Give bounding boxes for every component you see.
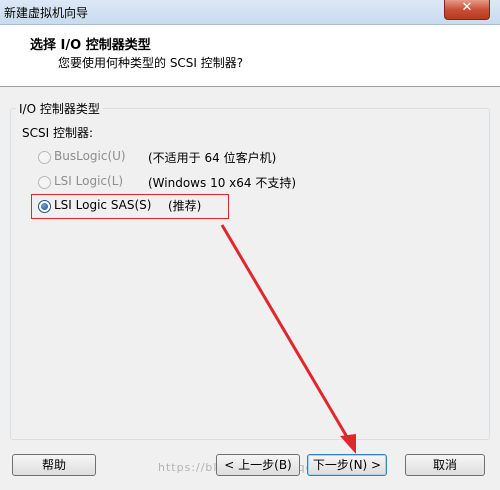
back-button[interactable]: < 上一步(B) (216, 454, 300, 476)
radio-label: LSI Logic(L) (54, 174, 124, 188)
annotation-highlight-box (31, 194, 229, 219)
title-bar: 新建虚拟机向导 ✕ (0, 0, 500, 25)
lsi-logic-note: (Windows 10 x64 不支持) (148, 176, 297, 190)
radio-button[interactable] (38, 151, 51, 164)
page-title: 选择 I/O 控制器类型 (30, 38, 151, 53)
group-legend: I/O 控制器类型 (16, 100, 103, 117)
page-subtitle: 您要使用何种类型的 SCSI 控制器? (58, 56, 244, 70)
next-button[interactable]: 下一步(N) > (307, 454, 387, 476)
close-button[interactable]: ✕ (444, 0, 490, 20)
scsi-controller-label: SCSI 控制器: (22, 126, 94, 140)
buslogic-note: (不适用于 64 位客户机) (148, 151, 277, 165)
window-title: 新建虚拟机向导 (4, 6, 89, 20)
radio-label: BusLogic(U) (54, 149, 126, 163)
radio-button[interactable] (38, 176, 51, 189)
help-button[interactable]: 帮助 (12, 454, 96, 476)
wizard-header: 选择 I/O 控制器类型 您要使用何种类型的 SCSI 控制器? (0, 25, 500, 87)
cancel-button[interactable]: 取消 (405, 454, 485, 476)
